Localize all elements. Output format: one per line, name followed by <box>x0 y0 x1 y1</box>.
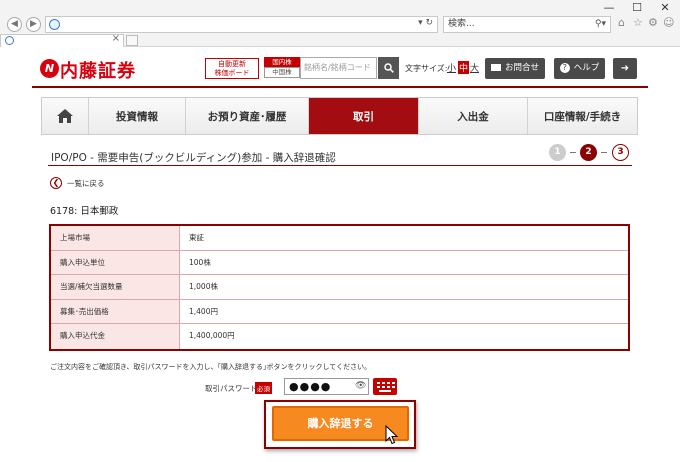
step-3: 3 <box>612 144 629 161</box>
refresh-icon[interactable]: ▾ ↻ <box>418 18 433 28</box>
row-label: 購入申込単位 <box>51 250 180 275</box>
home-icon <box>57 109 73 123</box>
software-keyboard-icon[interactable] <box>373 378 397 395</box>
step-2-current: 2 <box>580 144 597 161</box>
search-icon[interactable]: ⚲▾ <box>595 17 606 32</box>
back-chevron-icon[interactable]: ❮ <box>50 177 62 189</box>
page-favicon-icon <box>49 19 60 30</box>
font-size-small[interactable]: 小 <box>447 61 456 74</box>
table-row: 上場市場 東証 <box>51 226 628 251</box>
symbol-search-button[interactable] <box>378 57 399 79</box>
font-size-label: 文字サイズ: <box>405 64 448 73</box>
table-row: 当選/補欠当選数量 1,000株 <box>51 275 628 300</box>
row-label: 当選/補欠当選数量 <box>51 275 180 299</box>
tab-favicon-icon <box>5 36 14 45</box>
nav-trade[interactable]: 取引 <box>309 98 419 134</box>
nav-deposit-withdraw[interactable]: 入出金 <box>419 98 528 134</box>
nav-home[interactable] <box>42 98 89 134</box>
nav-account-info[interactable]: 口座情報/手続き <box>528 98 637 134</box>
title-underline <box>48 165 632 166</box>
browser-chrome: — ☐ ✕ ◀ ▶ ▾ ↻ 検索... ⚲▾ ⌂ ☆ ⚙ ☺ × <box>0 0 680 47</box>
tab-close-icon[interactable]: × <box>112 33 120 44</box>
smiley-icon[interactable]: ☺ <box>663 16 674 29</box>
market-domestic[interactable]: 国内株 <box>264 57 300 67</box>
maximize-icon[interactable]: ☐ <box>623 0 651 16</box>
nav-investment-info[interactable]: 投資情報 <box>89 98 186 134</box>
browser-search-input[interactable]: 検索... ⚲▾ <box>443 16 611 33</box>
stock-name: 6178: 日本郵政 <box>50 206 119 217</box>
font-size-large[interactable]: 大 <box>470 61 479 74</box>
mouse-cursor-icon <box>385 425 399 445</box>
close-window-icon[interactable]: ✕ <box>651 0 679 16</box>
page-title: IPO/PO - 需要申告(ブックビルディング)参加 - 購入辞退確認 <box>51 152 336 164</box>
help-question-icon: ? <box>559 62 570 73</box>
home-icon[interactable]: ⌂ <box>618 16 625 29</box>
password-label: 取引パスワード <box>205 384 258 393</box>
new-tab-icon[interactable] <box>126 35 138 46</box>
help-label: ヘルプ <box>573 63 600 73</box>
instruction-note: ご注文内容をご確認頂き、取引パスワードを入力し、｢購入辞退する｣ボタンをクリック… <box>50 363 372 371</box>
required-badge: 必須 <box>255 382 272 394</box>
contact-label: お問合せ <box>504 63 539 73</box>
table-row: 募集･売出価格 1,400円 <box>51 299 628 325</box>
auto-refresh-line2: 株価ボード <box>214 69 250 77</box>
logo-text[interactable]: 内藤証券 <box>60 57 136 83</box>
auto-refresh-line1: 自動更新 <box>218 60 246 68</box>
row-label: 上場市場 <box>51 226 180 250</box>
row-value: 東証 <box>189 233 204 242</box>
auto-refresh-board-button[interactable]: 自動更新 株価ボード <box>205 58 259 79</box>
minimize-icon[interactable]: — <box>595 0 623 16</box>
row-value: 1,000株 <box>189 282 218 292</box>
favorites-star-icon[interactable]: ☆ <box>633 16 643 29</box>
browser-tab[interactable]: × <box>0 33 124 47</box>
settings-gear-icon[interactable]: ⚙ <box>648 16 658 29</box>
forward-arrow-icon[interactable]: ▶ <box>26 17 41 32</box>
row-label: 購入申込代金 <box>51 324 180 349</box>
show-password-eye-icon[interactable]: 👁 <box>355 381 366 391</box>
help-button[interactable]: ? ヘルプ <box>554 58 605 79</box>
symbol-search-input[interactable]: 銘柄名/銘柄コード <box>300 57 377 79</box>
contact-button[interactable]: お問合せ <box>485 58 545 79</box>
mail-icon <box>490 64 501 71</box>
table-row: 購入申込代金 1,400,000円 <box>51 324 628 349</box>
main-nav: 投資情報 お預り資産･履歴 取引 入出金 口座情報/手続き <box>41 97 638 135</box>
step-connector <box>601 152 607 153</box>
market-china[interactable]: 中国株 <box>264 67 300 78</box>
header-divider <box>32 86 648 88</box>
row-label: 募集･売出価格 <box>51 299 180 324</box>
browser-search-placeholder: 検索... <box>448 19 475 29</box>
market-selector[interactable]: 国内株 中国株 <box>264 57 300 79</box>
step-connector <box>570 152 576 153</box>
search-icon <box>383 63 394 73</box>
font-size-medium[interactable]: 中 <box>458 61 470 74</box>
logout-button[interactable]: ➜ <box>613 58 637 79</box>
logout-icon: ➜ <box>620 63 630 74</box>
row-value: 1,400円 <box>189 306 218 316</box>
logo-icon: N <box>40 59 59 78</box>
row-value: 1,400,000円 <box>189 331 235 341</box>
back-to-list-link[interactable]: 一覧に戻る <box>67 178 105 189</box>
nav-assets-history[interactable]: お預り資産･履歴 <box>186 98 309 134</box>
row-value: 100株 <box>189 257 211 267</box>
address-bar[interactable]: ▾ ↻ <box>45 16 438 33</box>
order-detail-table: 上場市場 東証 購入申込単位 100株 当選/補欠当選数量 1,000株 募集･… <box>49 224 630 351</box>
table-row: 購入申込単位 100株 <box>51 250 628 276</box>
back-arrow-icon[interactable]: ◀ <box>7 17 22 32</box>
step-1: 1 <box>549 144 566 161</box>
